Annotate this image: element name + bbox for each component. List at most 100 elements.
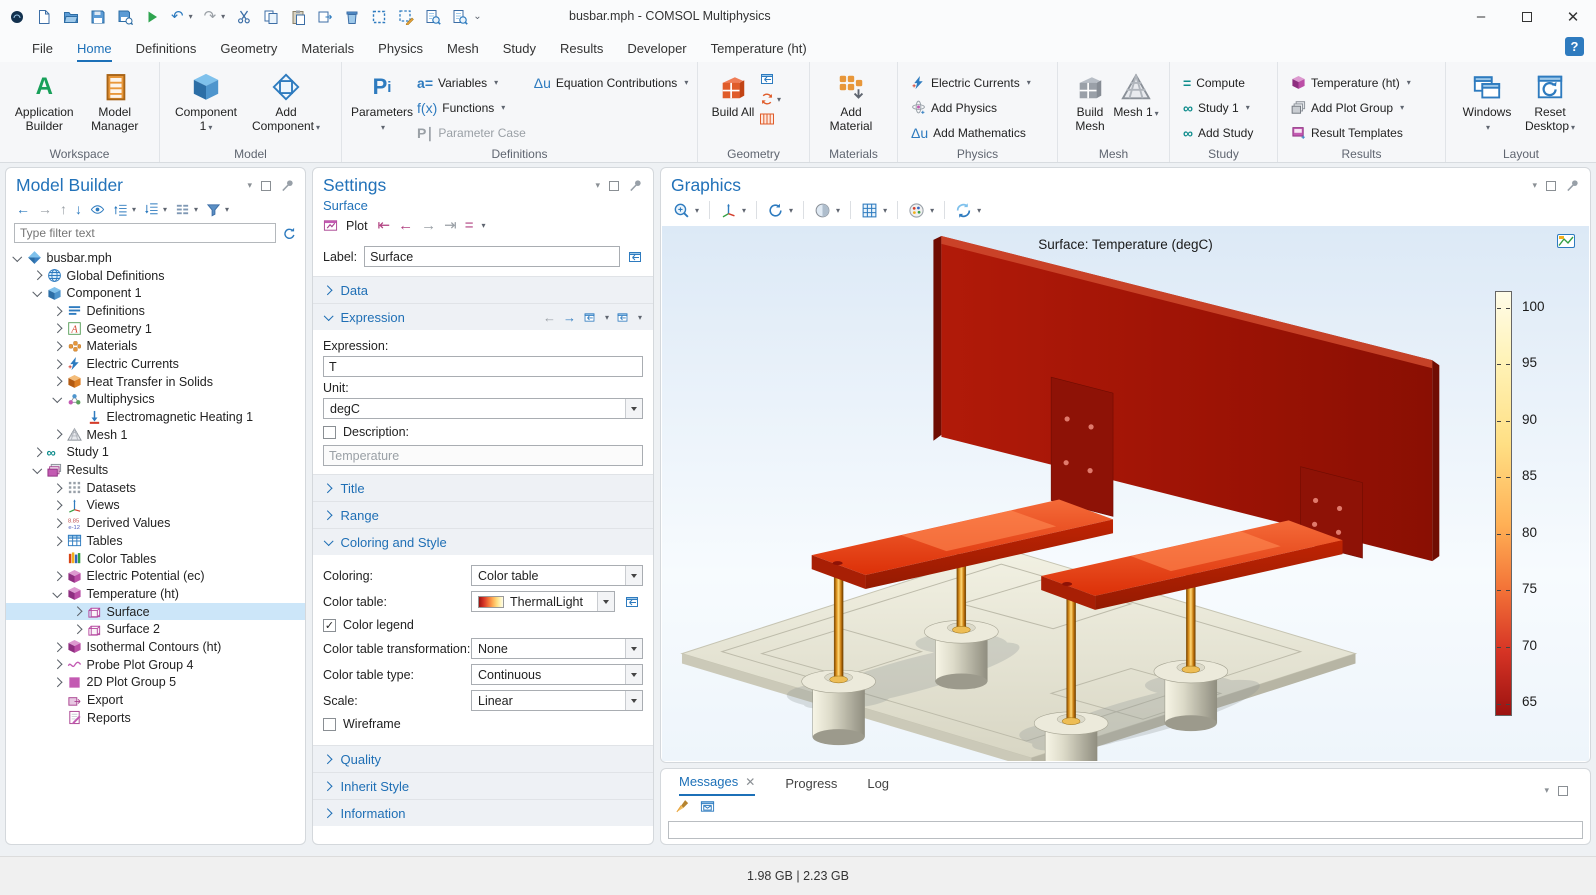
temperature-plot-button[interactable]: Temperature (ht)▾ bbox=[1287, 71, 1415, 94]
expression-forward-icon[interactable]: → bbox=[563, 310, 576, 325]
add-material-button[interactable]: Add Material bbox=[819, 66, 883, 133]
variables-button[interactable]: a=Variables▾ bbox=[413, 71, 530, 94]
grid-icon[interactable]: ▾ bbox=[861, 202, 887, 219]
tree-item-results[interactable]: Results bbox=[6, 461, 305, 479]
compute-button[interactable]: =Compute bbox=[1179, 71, 1257, 94]
last-plot-icon[interactable]: ⇥ bbox=[444, 218, 457, 233]
tab-log[interactable]: Log bbox=[867, 776, 889, 796]
model-manager-button[interactable]: Model Manager bbox=[80, 66, 151, 133]
rotate-icon[interactable]: ▾ bbox=[767, 202, 793, 219]
menu-definitions[interactable]: Definitions bbox=[124, 37, 209, 62]
parameters-button[interactable]: Pi Parameters▾ bbox=[351, 66, 413, 135]
add-plot-group-button[interactable]: Add Plot Group▾ bbox=[1287, 96, 1415, 119]
pin-icon[interactable] bbox=[280, 178, 295, 193]
tree-item-heat-transfer[interactable]: Heat Transfer in Solids bbox=[6, 373, 305, 391]
undo-icon[interactable]: ↶ bbox=[171, 9, 184, 24]
pin-icon[interactable] bbox=[628, 178, 643, 193]
wireframe-checkbox[interactable] bbox=[323, 718, 336, 731]
menu-physics[interactable]: Physics bbox=[366, 37, 435, 62]
insert-expression-icon[interactable] bbox=[616, 311, 629, 324]
scale-dropdown[interactable]: Linear bbox=[471, 690, 643, 711]
menu-temperature-ht[interactable]: Temperature (ht) bbox=[699, 37, 819, 62]
save-as-icon[interactable] bbox=[117, 9, 133, 25]
select-pen-icon[interactable] bbox=[398, 9, 414, 25]
menu-home[interactable]: Home bbox=[65, 37, 124, 62]
select-box-icon[interactable] bbox=[371, 9, 387, 25]
close-button[interactable]: ✕ bbox=[1550, 0, 1596, 33]
tree-item-export[interactable]: Export bbox=[6, 691, 305, 709]
back-icon[interactable]: ← bbox=[16, 201, 30, 217]
tree-item-study-1[interactable]: ∞Study 1 bbox=[6, 444, 305, 462]
tree-item-views[interactable]: Views bbox=[6, 497, 305, 515]
tab-progress[interactable]: Progress bbox=[785, 776, 837, 796]
color-table-transformation-dropdown[interactable]: None bbox=[471, 638, 643, 659]
redo-caret-icon[interactable]: ▾ bbox=[221, 12, 225, 21]
section-quality[interactable]: Quality bbox=[313, 745, 653, 772]
add-physics-button[interactable]: Add Physics bbox=[907, 96, 1035, 119]
duplicate-icon[interactable] bbox=[317, 9, 333, 25]
float-panel-icon[interactable] bbox=[609, 181, 619, 191]
color-table-dropdown[interactable]: ThermalLight bbox=[471, 591, 615, 612]
windows-button[interactable]: Windows▾ bbox=[1455, 66, 1519, 135]
tree-item-busbar[interactable]: busbar.mph bbox=[6, 249, 305, 267]
scene-light-icon[interactable]: ▾ bbox=[908, 202, 934, 219]
section-data[interactable]: Data bbox=[313, 276, 653, 303]
expand-all-icon[interactable]: ▾ bbox=[144, 202, 167, 217]
plot-settings-icon[interactable]: = bbox=[465, 218, 472, 233]
tree-item-isothermal-contours[interactable]: Isothermal Contours (ht) bbox=[6, 638, 305, 656]
plot-thumbnail-icon[interactable] bbox=[1557, 234, 1575, 248]
color-legend-checkbox[interactable]: ✓ bbox=[323, 619, 336, 632]
first-plot-icon[interactable]: ⇤ bbox=[378, 218, 391, 233]
tree-item-mesh-1[interactable]: Mesh 1 bbox=[6, 426, 305, 444]
move-down-icon[interactable]: ↓ bbox=[75, 201, 82, 217]
tree-item-2d-plot-group-5[interactable]: 2D Plot Group 5 bbox=[6, 674, 305, 692]
label-input[interactable] bbox=[364, 246, 620, 267]
next-plot-icon[interactable]: → bbox=[421, 218, 436, 233]
filter-icon[interactable]: ▾ bbox=[206, 202, 229, 217]
menu-developer[interactable]: Developer bbox=[615, 37, 698, 62]
forward-icon[interactable]: → bbox=[38, 201, 52, 217]
pin-icon[interactable] bbox=[1565, 178, 1580, 193]
coloring-dropdown[interactable]: Color table bbox=[471, 565, 643, 586]
clear-messages-icon[interactable] bbox=[675, 799, 690, 814]
add-study-button[interactable]: ∞Add Study bbox=[1179, 121, 1257, 144]
update-plot-icon[interactable]: ▾ bbox=[955, 202, 981, 219]
build-all-button[interactable]: Build All bbox=[707, 66, 759, 119]
tree-item-multiphysics[interactable]: Multiphysics bbox=[6, 391, 305, 409]
tree-item-definitions[interactable]: Definitions bbox=[6, 302, 305, 320]
section-expression[interactable]: Expression ← → ▾ ▾ bbox=[313, 303, 653, 330]
add-mathematics-button[interactable]: ΔuAdd Mathematics bbox=[907, 121, 1035, 144]
refresh-icon[interactable] bbox=[282, 226, 297, 241]
equation-contributions-button[interactable]: ΔuEquation Contributions▾ bbox=[530, 71, 693, 94]
minimize-button[interactable]: – bbox=[1458, 0, 1504, 33]
copy-icon[interactable] bbox=[263, 9, 279, 25]
electric-currents-button[interactable]: Electric Currents▾ bbox=[907, 71, 1035, 94]
build-mesh-button[interactable]: Build Mesh bbox=[1067, 66, 1113, 133]
collapse-all-icon[interactable]: ▾ bbox=[113, 202, 136, 217]
graphics-canvas[interactable]: Surface: Temperature (degC) 100 95 90 85… bbox=[662, 226, 1589, 761]
expression-input[interactable] bbox=[323, 356, 643, 377]
previous-plot-icon[interactable]: ← bbox=[398, 218, 413, 233]
tree-item-derived-values[interactable]: Derived Values bbox=[6, 514, 305, 532]
section-information[interactable]: Information bbox=[313, 799, 653, 826]
help-button[interactable]: ? bbox=[1565, 37, 1584, 56]
go-to-view-icon[interactable]: ▾ bbox=[720, 202, 746, 219]
section-title[interactable]: Title bbox=[313, 474, 653, 501]
float-panel-icon[interactable] bbox=[1546, 181, 1556, 191]
tree-item-reports[interactable]: Reports bbox=[6, 709, 305, 727]
add-component-button[interactable]: Add Component▾ bbox=[243, 66, 329, 135]
tree-item-em-heating[interactable]: Electromagnetic Heating 1 bbox=[6, 408, 305, 426]
zoom-icon[interactable]: ▾ bbox=[673, 202, 699, 219]
color-table-type-dropdown[interactable]: Continuous bbox=[471, 664, 643, 685]
messages-output[interactable] bbox=[668, 821, 1583, 839]
panel-menu-icon[interactable]: ▾ bbox=[247, 180, 252, 191]
menu-file[interactable]: File bbox=[20, 37, 65, 62]
filter-input[interactable] bbox=[14, 223, 276, 243]
section-coloring-style[interactable]: Coloring and Style bbox=[313, 528, 653, 555]
tree-item-temperature-ht[interactable]: Temperature (ht) bbox=[6, 585, 305, 603]
menu-geometry[interactable]: Geometry bbox=[208, 37, 289, 62]
rebuild-geometry-icon[interactable]: ▾ bbox=[759, 91, 781, 107]
tree-item-datasets[interactable]: Datasets bbox=[6, 479, 305, 497]
plot-settings-caret-icon[interactable]: ▾ bbox=[481, 221, 485, 230]
move-up-icon[interactable]: ↑ bbox=[60, 201, 67, 217]
